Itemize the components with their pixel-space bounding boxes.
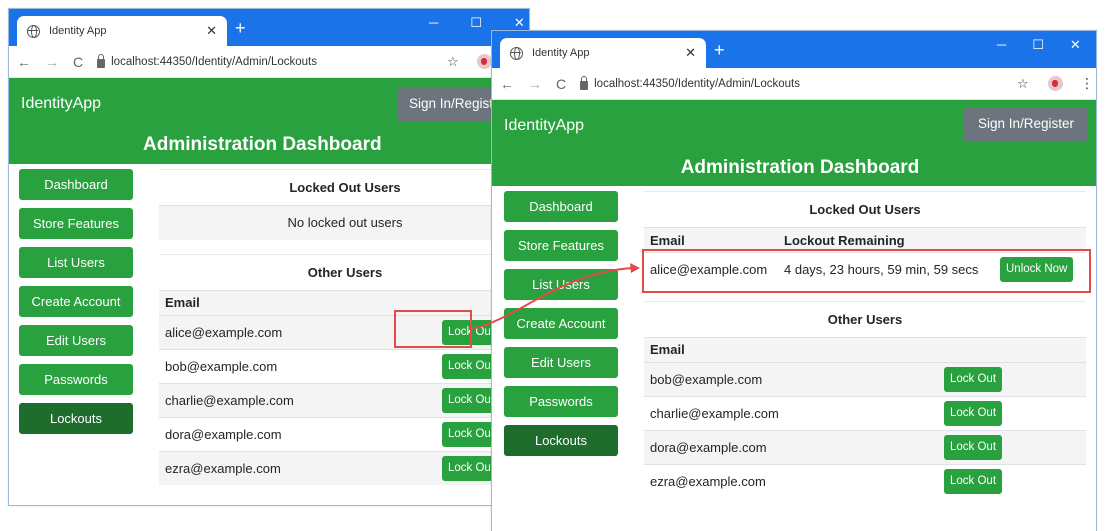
connector-arrow (471, 263, 640, 330)
